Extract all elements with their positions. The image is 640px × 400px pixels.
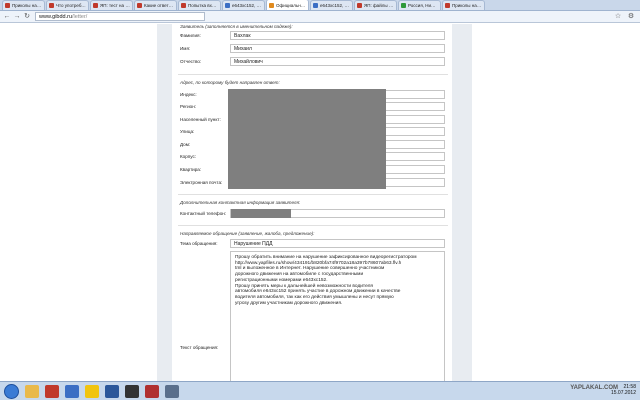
media-player-icon[interactable]: [45, 384, 59, 398]
patronymic-label: Отчество:: [180, 59, 202, 64]
region-label: Регион:: [180, 104, 197, 109]
street-label: Улица:: [180, 129, 195, 134]
reload-icon[interactable]: ↻: [23, 13, 31, 21]
subject-field[interactable]: Нарушение ПДД: [230, 239, 445, 248]
tab-label: e643xc152, Chr: [232, 3, 262, 8]
browser-tab-active[interactable]: Официальный: [266, 0, 309, 10]
browser-tab[interactable]: Что употребляю: [46, 0, 89, 10]
index-label: Индекс:: [180, 92, 197, 97]
building-label: Корпус:: [180, 154, 197, 159]
folder-icon[interactable]: [25, 384, 39, 398]
section-divider: [178, 74, 448, 75]
tab-label: ЯП: тест на Ту: [100, 3, 130, 8]
phone-label: Контактный телефон:: [180, 211, 227, 216]
red-site-icon: [137, 3, 142, 8]
address-path: /letter/: [72, 13, 88, 20]
right-page-margin: [452, 24, 472, 381]
redaction-block: [231, 209, 291, 218]
windows-taskbar: 21:58 15.07.2012: [0, 381, 640, 400]
browser-tab[interactable]: Приколы на ЯП: [442, 0, 485, 10]
app-icon[interactable]: [125, 384, 139, 398]
star-icon[interactable]: ☆: [614, 13, 622, 21]
city-label: Населенный пункт:: [180, 117, 221, 122]
section-divider: [178, 225, 448, 226]
address-section-title: Адрес, по которому будет направлен ответ…: [180, 80, 280, 85]
blue-site-icon: [313, 3, 318, 8]
left-page-margin: [157, 24, 172, 381]
browser-tab[interactable]: Приколы на ЯП: [2, 0, 45, 10]
wrench-icon[interactable]: ⚙: [627, 13, 635, 21]
browser-tab-strip: Приколы на ЯП Что употребляю ЯП: тест на…: [0, 0, 640, 11]
forward-arrow-icon[interactable]: →: [13, 13, 21, 21]
tab-label: Приколы на ЯП: [12, 3, 42, 8]
house-label: Дом:: [180, 142, 191, 147]
orange-site-icon: [269, 2, 274, 8]
tab-label: ЯП: файлы - Фо: [364, 3, 394, 8]
antivirus-icon[interactable]: [145, 384, 159, 398]
browser-icon[interactable]: [65, 384, 79, 398]
name-field[interactable]: Михаил: [230, 44, 445, 53]
address-bar[interactable]: www.gibdd.ru/letter/: [35, 12, 205, 21]
browser-tab[interactable]: ЯП: тест на Ту: [90, 0, 133, 10]
red-site-icon: [93, 3, 98, 8]
watermark: YAPLAKAL.COM: [570, 385, 618, 391]
chrome-icon[interactable]: [85, 384, 99, 398]
blue-site-icon: [225, 3, 230, 8]
text-label: Текст обращения:: [180, 345, 219, 350]
green-site-icon: [401, 3, 406, 8]
email-label: Электронная почта:: [180, 180, 223, 185]
apartment-label: Квартира:: [180, 167, 202, 172]
red-site-icon: [181, 3, 186, 8]
request-text-area[interactable]: Прошу обратить внимание на нарушение заф…: [230, 251, 445, 385]
tab-label: Какие ответить: [144, 3, 174, 8]
browser-tab[interactable]: e643xc152, Chr: [310, 0, 353, 10]
word-icon[interactable]: [105, 384, 119, 398]
red-site-icon: [357, 3, 362, 8]
browser-tab[interactable]: Какие ответить: [134, 0, 177, 10]
subject-label: Тема обращения:: [180, 241, 218, 246]
navigation-bar: ← → ↻ www.gibdd.ru/letter/ ☆ ⚙: [0, 11, 640, 23]
request-section-title: Направляемое обращение (заявление, жалоб…: [180, 231, 315, 236]
tab-label: e643xc152, Chr: [320, 3, 350, 8]
tab-label: Приколы на ЯП: [452, 3, 482, 8]
redaction-block: [228, 89, 386, 189]
applicant-section-title: Заявитель (заполняется в именительном па…: [180, 24, 293, 29]
start-button-icon[interactable]: [4, 383, 19, 399]
section-divider: [178, 194, 448, 195]
browser-tab[interactable]: ЯП: файлы - Фо: [354, 0, 397, 10]
browser-tab[interactable]: Попытка входа: [178, 0, 221, 10]
red-site-icon: [49, 3, 54, 8]
tab-label: Россия, Нижего: [408, 3, 438, 8]
app-icon[interactable]: [165, 384, 179, 398]
tab-label: Официальный: [276, 2, 306, 8]
red-site-icon: [5, 3, 10, 8]
surname-field[interactable]: Вахлак: [230, 31, 445, 40]
browser-tab[interactable]: e643xc152, Chr: [222, 0, 265, 10]
back-arrow-icon[interactable]: ←: [3, 13, 11, 21]
tab-label: Попытка входа: [188, 3, 218, 8]
surname-label: Фамилия:: [180, 33, 201, 38]
name-label: Имя:: [180, 46, 191, 51]
red-site-icon: [445, 3, 450, 8]
address-domain: www.gibdd.ru: [39, 13, 73, 20]
browser-tab[interactable]: Россия, Нижего: [398, 0, 441, 10]
contact-section-title: Дополнительная контактная информация зая…: [180, 200, 301, 205]
patronymic-field[interactable]: Михайлович: [230, 57, 445, 66]
tab-label: Что употребляю: [56, 3, 86, 8]
